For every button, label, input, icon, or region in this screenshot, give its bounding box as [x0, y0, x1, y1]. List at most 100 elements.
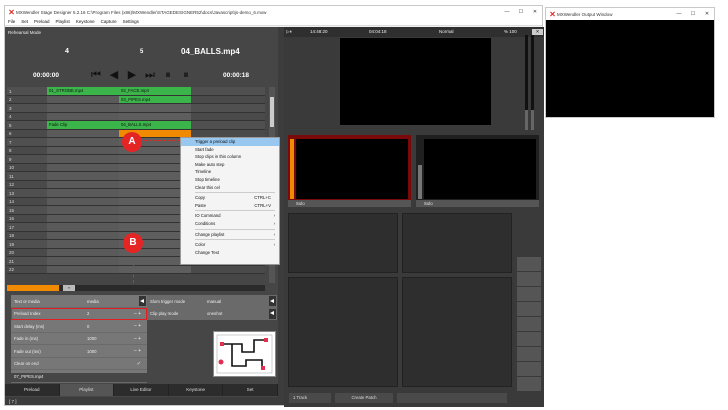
- clip-cell[interactable]: 03_PIPES.mp4: [119, 95, 191, 103]
- context-menu-item[interactable]: Clear this cel: [181, 184, 279, 192]
- dropdown-arrow-icon[interactable]: [269, 296, 276, 306]
- skip-forward-icon[interactable]: ⏭: [143, 68, 157, 81]
- grid-cell[interactable]: [47, 257, 119, 265]
- context-menu-item[interactable]: Paste CTRL+V: [181, 202, 279, 210]
- close-button[interactable]: ✕: [700, 8, 714, 20]
- property-row[interactable]: Fade in (ms) 1000 – +: [11, 333, 147, 345]
- play-pause-icon[interactable]: ▷⏸: [286, 29, 292, 35]
- side-button[interactable]: [517, 287, 541, 302]
- empty-slot[interactable]: [402, 213, 512, 273]
- menu-preload[interactable]: Preload: [34, 19, 50, 24]
- menu-file[interactable]: File: [8, 19, 15, 24]
- pause-icon[interactable]: ⏸: [161, 68, 175, 81]
- context-menu-item[interactable]: Start fade: [181, 146, 279, 154]
- property-row[interactable]: Slom trigger mode manual: [147, 295, 277, 308]
- property-row[interactable]: 07_PIPES.mp4: [11, 370, 147, 383]
- dropdown-arrow-icon[interactable]: [139, 296, 146, 306]
- track-button[interactable]: 1 Track: [289, 393, 331, 403]
- grid-cell[interactable]: [47, 214, 119, 222]
- table-row[interactable]: 3: [7, 104, 265, 113]
- skip-back-icon[interactable]: ⏮: [89, 68, 103, 81]
- menu-set[interactable]: Set: [21, 19, 28, 24]
- context-menu-item[interactable]: Stop clips in this column: [181, 153, 279, 161]
- grid-cell[interactable]: [47, 95, 119, 103]
- maximize-button[interactable]: ☐: [514, 6, 528, 18]
- property-stepper[interactable]: – +: [134, 323, 141, 329]
- grid-cell[interactable]: [47, 104, 119, 112]
- table-row[interactable]: 1 01_STROBE.mp4 02_FACE.mp4: [7, 87, 265, 96]
- minimize-button[interactable]: —: [500, 6, 514, 18]
- maximize-button[interactable]: ☐: [686, 8, 700, 20]
- property-value[interactable]: 2: [87, 311, 89, 316]
- main-titlebar[interactable]: MXWendler Stage Designer 5.2.16 C:\Progr…: [5, 6, 542, 18]
- pause-all-icon[interactable]: ⏸: [179, 68, 193, 81]
- grid-cell[interactable]: [47, 265, 119, 273]
- grid-cell[interactable]: [47, 248, 119, 256]
- property-stepper[interactable]: ✓: [137, 361, 141, 367]
- property-value[interactable]: manual: [207, 299, 221, 304]
- tab-playlist[interactable]: Playlist: [59, 384, 115, 396]
- scroll-left-icon[interactable]: ‹‹: [63, 285, 75, 291]
- context-menu-item[interactable]: Make auto step: [181, 161, 279, 169]
- context-menu-item[interactable]: Change Text: [181, 249, 279, 257]
- table-row[interactable]: 5 Fade Clip 04_BALLS.mp4: [7, 121, 265, 130]
- grid-cell[interactable]: [47, 240, 119, 248]
- context-menu-item[interactable]: Copy CTRL+C: [181, 194, 279, 202]
- grid-cell[interactable]: [47, 180, 119, 188]
- grid-cell[interactable]: [119, 265, 191, 273]
- grid-cell[interactable]: [47, 231, 119, 239]
- horizontal-scrollbar[interactable]: ‹‹: [7, 285, 265, 291]
- grid-scroll-thumb[interactable]: [270, 97, 274, 127]
- grid-cell[interactable]: [47, 189, 119, 197]
- context-menu-item[interactable]: Stop timeline: [181, 176, 279, 184]
- grid-cell[interactable]: [47, 112, 119, 120]
- context-menu-item[interactable]: Change playlist ›: [181, 231, 279, 239]
- clip-cell[interactable]: 02_FACE.mp4: [119, 87, 191, 95]
- property-stepper[interactable]: – +: [134, 311, 141, 317]
- table-row[interactable]: 22: [7, 265, 265, 274]
- opacity-percent[interactable]: % 100: [504, 29, 517, 34]
- side-button[interactable]: [517, 362, 541, 377]
- table-row[interactable]: 2 03_PIPES.mp4: [7, 95, 265, 104]
- grid-cell[interactable]: [47, 138, 119, 146]
- empty-button[interactable]: [397, 393, 507, 403]
- close-button[interactable]: ✕: [528, 6, 542, 18]
- create-patch-button[interactable]: Create Patch: [335, 393, 393, 403]
- scroll-position-bar[interactable]: [7, 285, 59, 291]
- clip-cell[interactable]: 01_STROBE.mp4: [47, 87, 119, 95]
- property-row[interactable]: Clear on end ✓: [11, 358, 147, 370]
- empty-slot[interactable]: [288, 277, 398, 387]
- property-row[interactable]: Text or media media: [11, 295, 147, 308]
- context-menu-item[interactable]: Trigger a preload clip: [181, 138, 279, 146]
- property-value[interactable]: 1000: [87, 336, 97, 341]
- tab-preload[interactable]: Preload: [5, 384, 60, 396]
- grid-cell[interactable]: [47, 206, 119, 214]
- side-button[interactable]: [517, 257, 541, 272]
- context-menu-item[interactable]: Timeline: [181, 168, 279, 176]
- context-menu-item[interactable]: Conditions ›: [181, 220, 279, 228]
- layer-1-bar[interactable]: Solo: [288, 200, 411, 207]
- side-button[interactable]: [517, 347, 541, 362]
- property-stepper[interactable]: – +: [134, 336, 141, 342]
- menu-settings[interactable]: Settings: [123, 19, 139, 24]
- property-value[interactable]: 0: [87, 324, 89, 329]
- context-menu-item[interactable]: Color ›: [181, 241, 279, 249]
- grid-cell[interactable]: [47, 172, 119, 180]
- empty-slot[interactable]: [402, 277, 512, 387]
- side-button[interactable]: [517, 377, 541, 392]
- dropdown-arrow-icon[interactable]: [269, 308, 276, 319]
- step-back-icon[interactable]: ◀: [107, 68, 121, 81]
- layer-2[interactable]: Solo: [416, 135, 539, 207]
- minimize-button[interactable]: —: [672, 8, 686, 20]
- property-stepper[interactable]: – +: [134, 348, 141, 354]
- clip-cell[interactable]: 04_BALLS.mp4: [119, 121, 191, 129]
- tab-keystone[interactable]: Keystone: [169, 384, 224, 396]
- menu-keystone[interactable]: Keystone: [76, 19, 95, 24]
- table-row[interactable]: 4: [7, 112, 265, 121]
- property-value[interactable]: 1000: [87, 349, 97, 354]
- side-button[interactable]: [517, 272, 541, 287]
- grid-cell[interactable]: [47, 155, 119, 163]
- tab-set[interactable]: Set: [223, 384, 278, 396]
- grid-cell[interactable]: [47, 129, 119, 137]
- property-row[interactable]: Preload Index 2 – +: [11, 307, 147, 320]
